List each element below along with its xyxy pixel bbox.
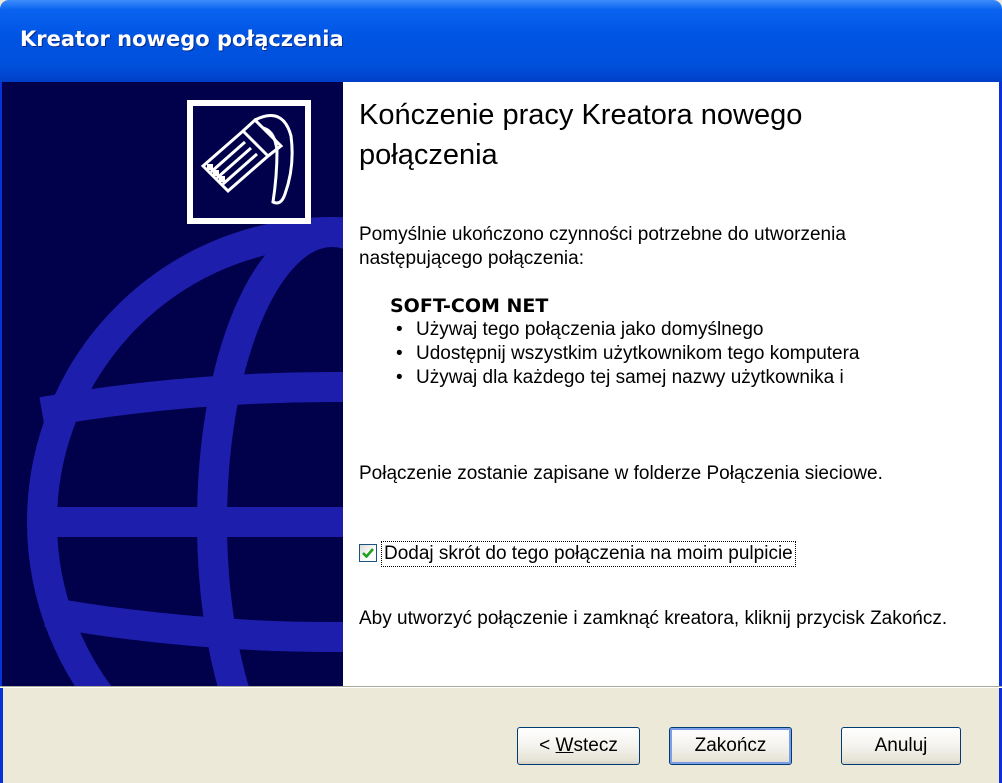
cancel-button[interactable]: Anuluj [841, 727, 961, 765]
title-bar[interactable]: Kreator nowego połączenia [0, 0, 1002, 82]
back-button[interactable]: < Wstecz [517, 727, 640, 765]
cancel-button-label: Anuluj [874, 735, 928, 756]
checkmark-icon [362, 548, 374, 559]
wizard-icon-frame [187, 100, 311, 224]
intro-text: Pomyślnie ukończono czynności potrzebne … [359, 224, 846, 269]
list-item: Udostępnij wszystkim użytkownikom tego k… [396, 342, 860, 366]
wizard-body: Kończenie pracy Kreatora nowego połączen… [0, 82, 1002, 783]
back-button-label: stecz [573, 735, 618, 756]
wizard-content: Kończenie pracy Kreatora nowego połączen… [343, 82, 1002, 686]
button-bar: < Wstecz Zakończ Anuluj [0, 688, 1002, 783]
window-title: Kreator nowego połączenia [20, 27, 344, 51]
desktop-shortcut-label[interactable]: Dodaj skrót do tego połączenia na moim p… [381, 541, 796, 567]
wizard-sidebar [0, 82, 343, 686]
list-item: Używaj dla każdego tej samej nazwy użytk… [396, 366, 860, 390]
list-item: Używaj tego połączenia jako domyślnego [396, 318, 860, 342]
back-button-mnemonic: W [555, 735, 574, 756]
page-title: Kończenie pracy Kreatora nowego połączen… [359, 99, 803, 171]
connection-options-list: Używaj tego połączenia jako domyślnego U… [396, 318, 860, 390]
finish-button[interactable]: Zakończ [669, 727, 792, 765]
save-location-text: Połączenie zostanie zapisane w folderze … [359, 463, 883, 484]
connection-name: SOFT-COM NET [390, 295, 549, 317]
back-button-prefix: < [539, 735, 556, 756]
network-cable-icon [193, 106, 305, 218]
finish-button-label: Zakończ [694, 735, 767, 756]
finish-instructions: Aby utworzyć połączenie i zamknąć kreato… [359, 608, 948, 629]
desktop-shortcut-checkbox[interactable] [359, 544, 377, 562]
